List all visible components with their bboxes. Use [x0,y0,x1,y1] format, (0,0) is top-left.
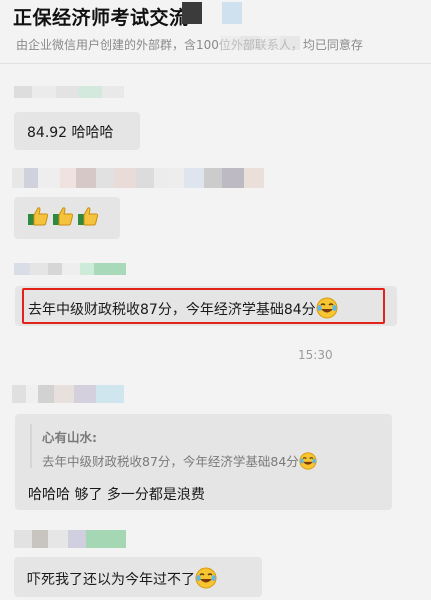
thumbs-up-icon [52,205,74,227]
message-timestamp: 15:30 [298,348,333,362]
laughing-crying-icon [195,567,217,593]
quote-text: 去年中级财政税收87分，今年经济学基础84分 [42,454,299,469]
group-subtitle: 由企业微信用户创建的外部群，含100位外部联系人，均已同意存 [16,38,363,52]
quote-author: 心有山水: [42,430,97,445]
message-text: 哈哈哈 够了 多一分都是浪费 [28,487,205,503]
blurred-sender-name [14,263,126,275]
blurred-sender-name [12,385,124,403]
message-bubble[interactable]: 吓死我了还以为今年过不了 [14,557,262,597]
laughing-crying-icon [299,452,317,473]
header-divider [0,63,431,64]
laughing-crying-icon [316,297,338,323]
quote-content[interactable]: 去年中级财政税收87分，今年经济学基础84分 [42,451,317,473]
blurred-avatar [182,2,242,24]
chat-header: 正保经济师考试交流 由企业微信用户创建的外部群，含100位外部联系人，均已同意存 [0,0,431,64]
thumbs-up-icon [27,205,49,227]
message-content: 去年中级财政税收87分，今年经济学基础84分 [28,297,338,323]
group-title[interactable]: 正保经济师考试交流 [13,3,189,30]
message-bubble[interactable] [14,197,120,239]
thumbs-up-icon [77,205,99,227]
blurred-sender-name [14,530,126,548]
quote-bar [30,424,32,468]
message-text: 去年中级财政税收87分，今年经济学基础84分 [28,302,316,318]
blurred-region [220,36,300,50]
message-bubble[interactable]: 84.92 哈哈哈 [14,112,140,150]
blurred-sender-name [14,86,124,98]
blurred-sender-name [12,168,264,188]
message-text: 吓死我了还以为今年过不了 [27,572,195,588]
message-text: 84.92 哈哈哈 [27,125,114,141]
